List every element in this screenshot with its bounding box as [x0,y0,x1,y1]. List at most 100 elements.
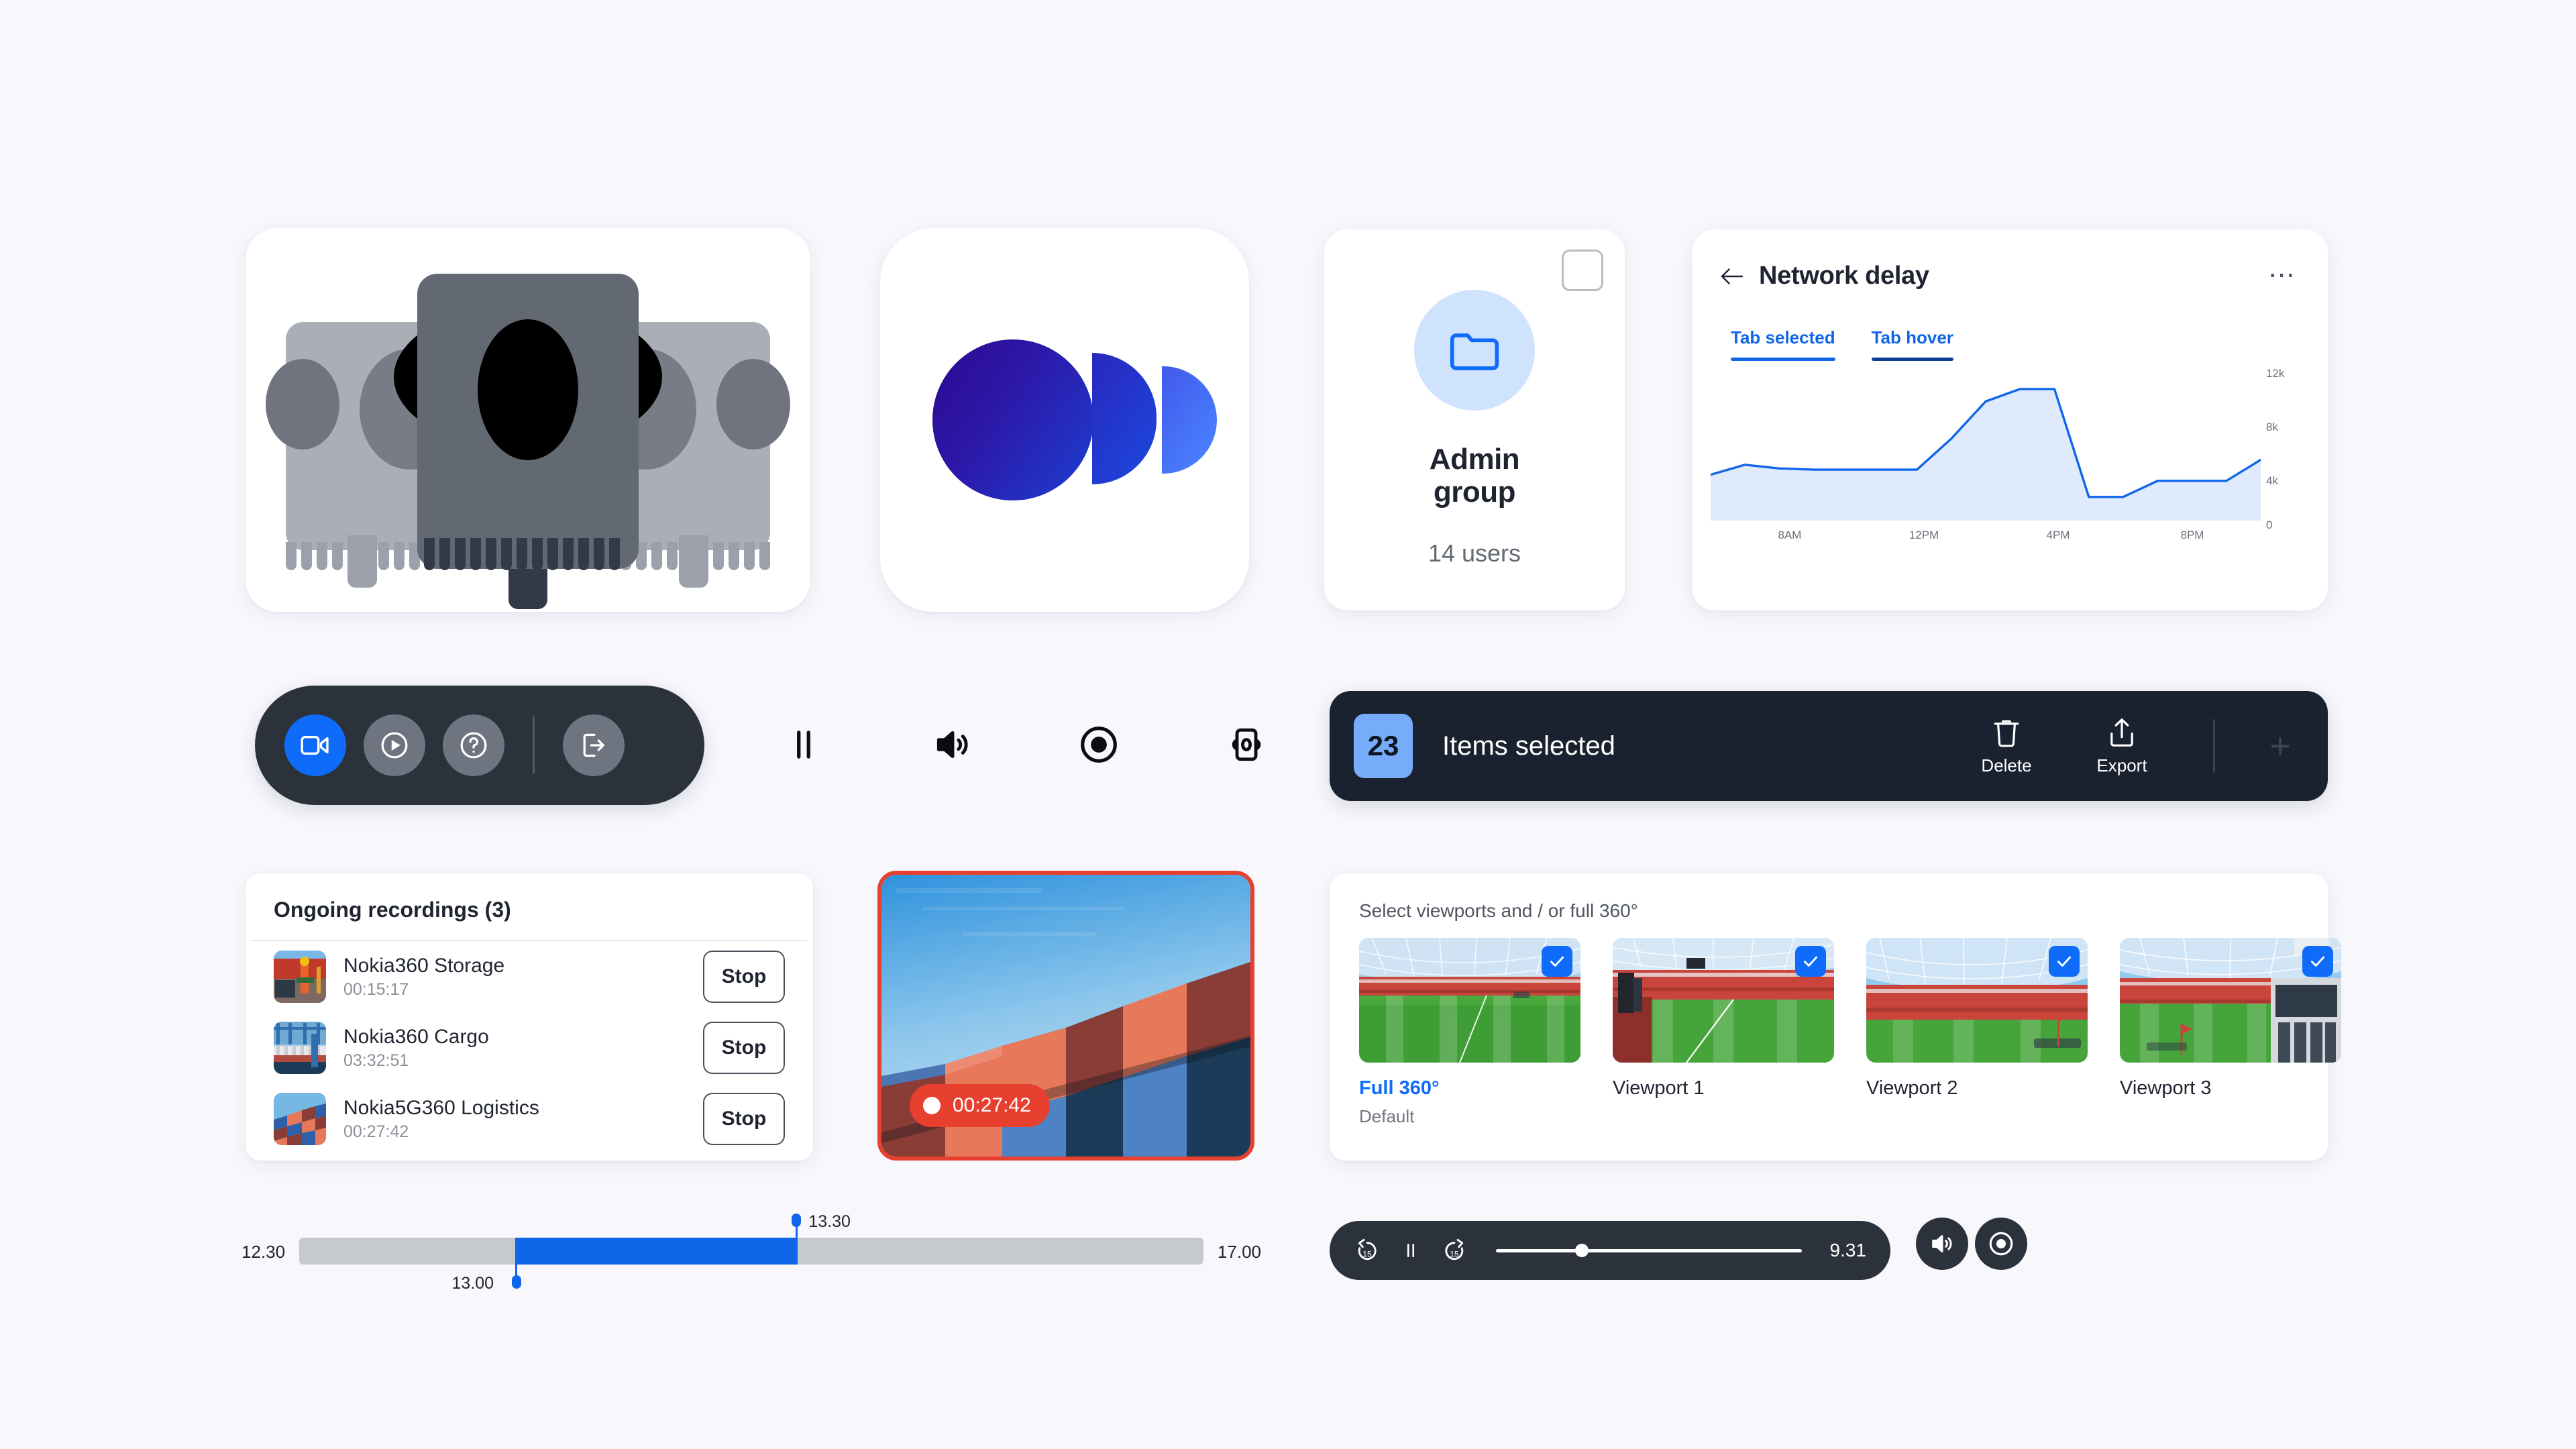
range-lower-handle[interactable] [511,1275,521,1289]
recording-video-preview[interactable]: 00:27:42 [877,871,1254,1161]
video-camera-button[interactable] [284,714,346,776]
chart-x-axis: 8AM 12PM 4PM 8PM [1711,529,2261,549]
group-title-line2: group [1433,476,1516,509]
admin-group-card[interactable]: Admin group 14 users [1324,229,1625,610]
recording-texts: Nokia360 Storage 00:15:17 [343,955,703,1000]
network-delay-card: Network delay ⋯ Tab selected Tab hover 8… [1692,229,2328,610]
viewport-item-1[interactable]: Viewport 1 [1613,938,1834,1127]
volume-button[interactable] [920,712,985,777]
stop-button[interactable]: Stop [703,1022,785,1074]
folder-icon [1448,327,1501,373]
play-circle-button[interactable] [364,714,425,776]
stop-button[interactable]: Stop [703,951,785,1003]
rewind-15-icon: 15 [1354,1237,1381,1264]
recording-timecode: 00:27:42 [953,1094,1031,1116]
checkmark-icon [1802,953,1819,970]
camera-action-toolbar [255,686,704,805]
export-button[interactable]: Export [2082,716,2162,776]
record-dot-icon [923,1097,941,1114]
chart-y-axis: 12k 8k 4k 0 [2266,367,2313,531]
camera-center-lens [478,319,578,460]
record-button[interactable] [1067,712,1131,777]
upload-icon [2107,716,2137,749]
tab-hover[interactable]: Tab hover [1860,327,1966,373]
ongoing-recordings-card: Ongoing recordings (3) Nokia360 Storage … [246,873,813,1161]
group-checkbox[interactable] [1562,250,1603,291]
selection-actions: Delete Export + [1966,716,2304,776]
viewport-item-2[interactable]: Viewport 2 [1866,938,2088,1127]
range-lower-stem [515,1238,518,1277]
range-track[interactable]: 13.00 13.30 [299,1212,1203,1293]
toolbar-divider [533,716,535,774]
more-horizontal-icon[interactable]: ⋯ [2268,262,2297,288]
svg-text:15: 15 [1450,1250,1459,1258]
checkbox-checked[interactable] [1542,946,1572,977]
help-circle-button[interactable] [443,714,504,776]
delete-label: Delete [1981,755,2032,775]
playback-progress-slider[interactable] [1496,1244,1802,1257]
logo-half-circle-2 [1162,366,1217,474]
network-delay-area-chart [1711,372,2261,521]
rewind-15-button[interactable]: 15 [1354,1237,1381,1264]
container-worker-thumb [274,951,326,1003]
checkmark-icon [2309,953,2326,970]
viewports-grid: Full 360° Default Viewport 1 Viewport 2 … [1359,938,2341,1127]
recording-name: Nokia5G360 Logistics [343,1096,539,1119]
plus-icon[interactable]: + [2257,722,2304,769]
viewport-item-3[interactable]: Viewport 3 [2120,938,2341,1127]
arrow-left-icon[interactable] [1720,267,1744,286]
pause-button[interactable] [1401,1239,1421,1262]
camera-360-illustration [246,228,810,612]
recordings-title: Ongoing recordings (3) [274,898,511,922]
recording-row[interactable]: Nokia360 Cargo 03:32:51 Stop [246,1012,813,1083]
xtick-2: 4PM [2046,529,2070,541]
camera-left-edge-lens [266,359,339,449]
recording-time: 03:32:51 [343,1051,409,1070]
group-title-line1: Admin [1429,443,1520,476]
checkbox-checked[interactable] [1795,946,1826,977]
camera-illustration-card[interactable] [246,228,810,612]
playback-time: 9.31 [1829,1240,1867,1260]
delete-button[interactable]: Delete [1966,716,2047,776]
ytick-12k: 12k [2266,367,2285,380]
time-range-slider[interactable]: 12.30 17.00 13.00 13.30 [241,1212,1261,1293]
viewport-selection-card: Select viewports and / or full 360° Full… [1330,873,2341,1161]
cargo-ship-thumb [274,1022,326,1074]
stadium-thumb-full360 [1359,938,1580,1063]
range-upper-handle[interactable] [792,1214,802,1227]
viewport-label: Viewport 2 [1866,1077,1958,1099]
tab-selected-underline [1731,358,1835,361]
pause-button[interactable] [771,712,836,777]
camera-right-foot [679,535,708,588]
viewport-item-full360[interactable]: Full 360° Default [1359,938,1580,1127]
viewport-sublabel: Default [1359,1106,1415,1126]
stop-button[interactable]: Stop [703,1093,785,1145]
logout-icon [579,731,608,760]
recording-row[interactable]: Nokia360 Storage 00:15:17 Stop [246,941,813,1012]
checkbox-checked[interactable] [2302,946,2333,977]
container-stack-thumb [274,1093,326,1145]
recording-name: Nokia360 Cargo [343,1025,489,1048]
brand-logo-card[interactable] [880,228,1249,612]
logout-button[interactable] [563,714,625,776]
player-volume-button[interactable] [1916,1218,1968,1270]
range-lower-value: 13.00 [451,1274,494,1293]
recording-texts: Nokia360 Cargo 03:32:51 [343,1026,703,1071]
recording-row[interactable]: Nokia5G360 Logistics 00:27:42 Stop [246,1083,813,1155]
range-fill [516,1238,797,1265]
record-icon [1078,724,1120,765]
playback-knob[interactable] [1574,1244,1589,1257]
forward-15-button[interactable]: 15 [1441,1237,1468,1264]
recording-name: Nokia360 Storage [343,954,505,977]
volume-icon [1929,1230,1955,1257]
pause-icon [1401,1239,1421,1262]
camera-360-device-button[interactable] [1214,712,1279,777]
media-player-bar: 15 15 9.31 [1330,1221,1890,1280]
viewports-title: Select viewports and / or full 360° [1359,900,1638,921]
camera-right-edge-lens [716,359,790,449]
ytick-4k: 4k [2266,474,2278,487]
player-record-button[interactable] [1975,1218,2027,1270]
tab-selected[interactable]: Tab selected [1719,327,1847,373]
checkbox-checked[interactable] [2049,946,2080,977]
camera-center-body [417,274,639,570]
